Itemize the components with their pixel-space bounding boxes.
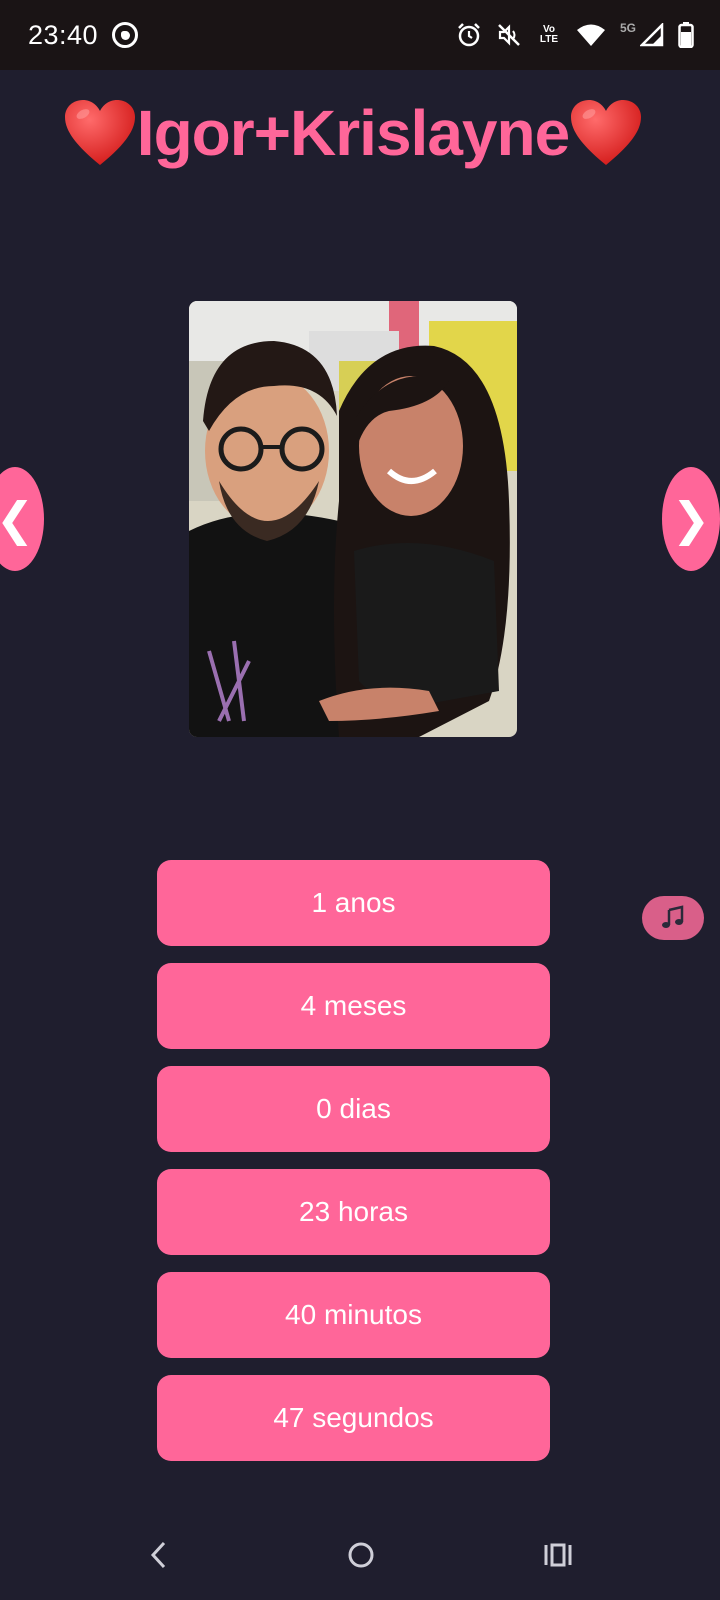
counter-months: 4 meses [157,963,550,1049]
recents-icon[interactable] [543,1540,573,1575]
prev-photo-button[interactable]: ❮ [0,467,44,571]
status-time: 23:40 [28,19,99,50]
signal-icon [640,23,664,47]
music-toggle-button[interactable] [642,896,704,940]
back-icon[interactable] [148,1540,170,1575]
time-counter-list: 1 anos 4 meses 0 dias 23 horas 40 minuto… [157,860,550,1478]
title-text: Igor+Krislayne [136,97,570,169]
counter-years: 1 anos [157,860,550,946]
home-icon[interactable] [346,1540,376,1575]
status-icons: Vo LTE 5G [456,21,694,48]
alarm-icon [456,22,482,48]
couple-photo [189,301,517,737]
volte-icon: Vo LTE [539,24,559,45]
system-nav-bar [0,1520,720,1600]
heart-icon [571,100,642,165]
counter-seconds: 47 segundos [157,1375,550,1461]
counter-hours: 23 horas [157,1169,550,1255]
page-title: Igor+Krislayne [0,96,706,170]
counter-minutes: 40 minutos [157,1272,550,1358]
status-bar: 23:40 Vo LTE 5G [0,0,720,70]
music-note-icon [662,905,684,928]
next-photo-button[interactable]: ❯ [662,467,720,571]
mute-icon [496,22,522,48]
network-type: 5G [619,21,636,35]
heart-icon [64,100,135,165]
whatsapp-icon [112,22,139,48]
battery-icon [678,22,694,48]
counter-days: 0 dias [157,1066,550,1152]
wifi-icon [576,23,606,47]
